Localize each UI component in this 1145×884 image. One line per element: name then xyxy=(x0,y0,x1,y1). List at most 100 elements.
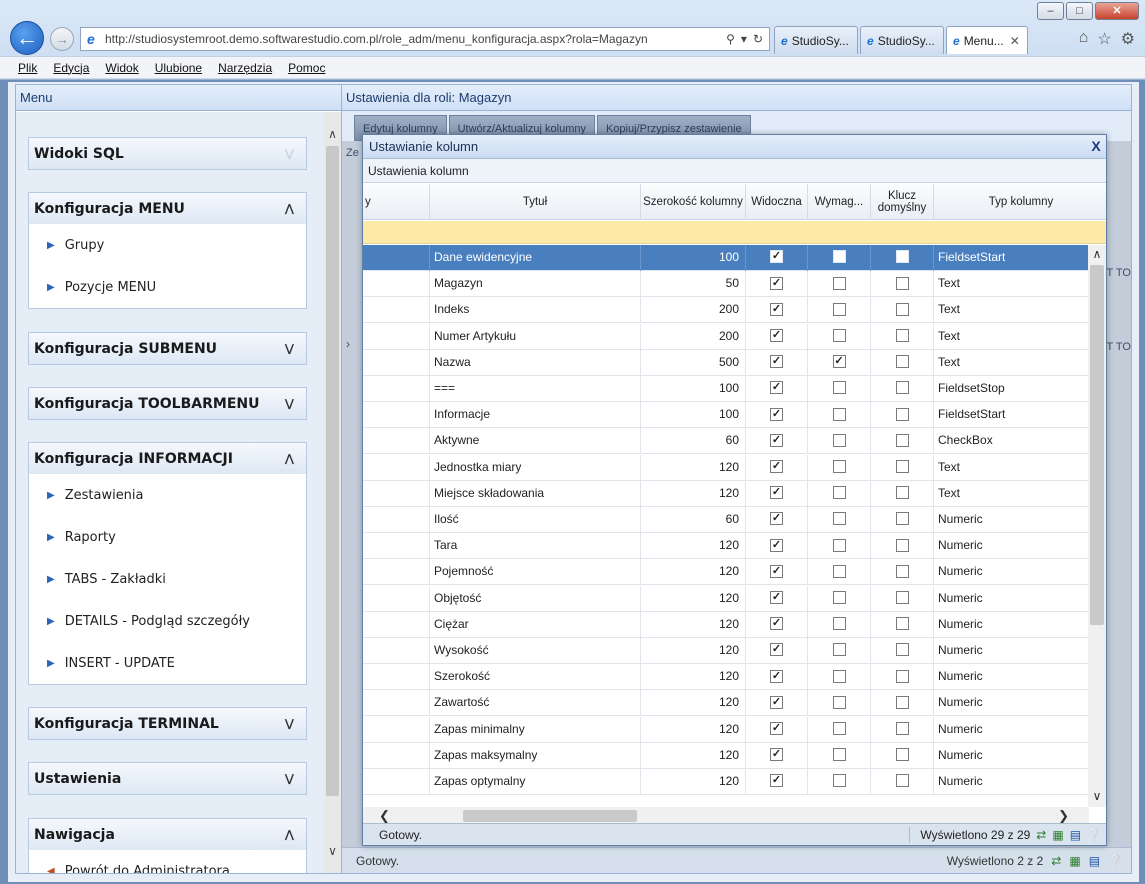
menu-ulubione[interactable]: Ulubione xyxy=(147,61,210,75)
cell-type[interactable]: Numeric xyxy=(934,559,1089,586)
checkbox-unchecked[interactable] xyxy=(832,643,846,657)
menu-item-powrot[interactable]: ◀ Powrót do Administratora xyxy=(29,850,306,874)
cell-title[interactable]: Ilość xyxy=(430,507,641,533)
table-row[interactable]: Tara 120 ✓ Numeric xyxy=(363,533,1089,560)
column-header-required[interactable]: Wymag... xyxy=(808,184,871,220)
chevron-up-icon[interactable]: ⋀ xyxy=(285,202,294,215)
cell-width[interactable]: 120 xyxy=(641,533,746,560)
cell-blank[interactable] xyxy=(363,428,430,455)
checkbox-unchecked[interactable] xyxy=(832,721,846,735)
cell-title[interactable]: Szerokość xyxy=(430,664,641,691)
cell-blank[interactable] xyxy=(363,507,430,533)
cell-width[interactable]: 120 xyxy=(641,690,746,717)
checkbox-unchecked[interactable] xyxy=(832,512,846,526)
checkbox-unchecked[interactable] xyxy=(895,590,909,604)
cell-width[interactable]: 200 xyxy=(641,323,746,350)
section-header[interactable]: Konfiguracja INFORMACJI ⋀ xyxy=(29,443,306,474)
export-icon[interactable]: ▦ xyxy=(1069,854,1080,868)
chevron-down-icon[interactable]: ⋁ xyxy=(285,147,294,160)
cell-title[interactable]: Zapas maksymalny xyxy=(430,742,641,769)
cell-width[interactable]: 60 xyxy=(641,428,746,455)
back-button[interactable]: ← xyxy=(10,21,44,55)
cell-blank[interactable] xyxy=(363,585,430,612)
cell-width[interactable]: 200 xyxy=(641,297,746,324)
address-bar[interactable]: e http://studiosystemroot.demo.softwares… xyxy=(80,27,770,51)
search-icon[interactable]: ⚲ xyxy=(726,32,735,46)
tab-1[interactable]: e StudioSy... xyxy=(774,26,858,54)
cell-type[interactable]: FieldsetStop xyxy=(934,376,1089,402)
cell-type[interactable]: Numeric xyxy=(934,690,1089,717)
section-header[interactable]: Konfiguracja TERMINAL ⋁ xyxy=(29,708,306,739)
print-icon[interactable]: ▤ xyxy=(1089,854,1100,868)
checkbox-unchecked[interactable] xyxy=(895,721,909,735)
column-header-visible[interactable]: Widoczna xyxy=(746,184,808,220)
cell-width[interactable]: 100 xyxy=(641,376,746,402)
scroll-up-icon[interactable]: ∧ xyxy=(324,126,341,143)
table-row[interactable]: Numer Artykułu 200 ✓ Text xyxy=(363,323,1089,350)
cell-type[interactable]: Text xyxy=(934,454,1089,481)
table-row[interactable]: Zawartość 120 ✓ Numeric xyxy=(363,690,1089,717)
column-header-title[interactable]: Tytuł xyxy=(430,184,641,220)
table-row[interactable]: Objętość 120 ✓ Numeric xyxy=(363,585,1089,612)
checkbox-unchecked[interactable] xyxy=(832,250,846,264)
cell-type[interactable]: FieldsetStart xyxy=(934,402,1089,429)
cell-title[interactable]: Magazyn xyxy=(430,271,641,298)
cell-blank[interactable] xyxy=(363,480,430,507)
checkbox-unchecked[interactable] xyxy=(895,695,909,709)
chevron-down-icon[interactable]: ⋁ xyxy=(285,772,294,785)
checkbox-checked[interactable]: ✓ xyxy=(770,328,783,342)
table-row[interactable]: Jednostka miary 120 ✓ Text xyxy=(363,454,1089,481)
checkbox-checked[interactable]: ✓ xyxy=(770,774,783,788)
cell-width[interactable]: 120 xyxy=(641,638,746,664)
checkbox-unchecked[interactable] xyxy=(832,590,846,604)
checkbox-unchecked[interactable] xyxy=(895,459,909,473)
cell-blank[interactable] xyxy=(363,402,430,429)
cell-title[interactable]: Aktywne xyxy=(430,428,641,455)
cell-type[interactable]: Numeric xyxy=(934,611,1089,638)
cell-width[interactable]: 120 xyxy=(641,716,746,743)
checkbox-checked[interactable]: ✓ xyxy=(770,486,783,500)
scroll-down-icon[interactable]: ∨ xyxy=(1088,787,1106,805)
checkbox-unchecked[interactable] xyxy=(832,617,846,631)
cell-width[interactable]: 120 xyxy=(641,480,746,507)
cell-title[interactable]: Zawartość xyxy=(430,690,641,717)
menu-item-raporty[interactable]: ▶ Raporty xyxy=(29,516,306,558)
column-header-default-key[interactable]: Klucz domyślny xyxy=(871,184,934,220)
checkbox-checked[interactable]: ✓ xyxy=(770,459,783,473)
cell-width[interactable]: 120 xyxy=(641,742,746,769)
checkbox-unchecked[interactable] xyxy=(832,748,846,762)
checkbox-unchecked[interactable] xyxy=(832,276,846,290)
checkbox-unchecked[interactable] xyxy=(832,459,846,473)
table-row[interactable]: === 100 ✓ FieldsetStop xyxy=(363,376,1089,402)
checkbox-unchecked[interactable] xyxy=(895,433,909,447)
cell-blank[interactable] xyxy=(363,245,430,271)
section-header[interactable]: Konfiguracja TOOLBARMENU ⋁ xyxy=(29,388,306,419)
cell-blank[interactable] xyxy=(363,769,430,795)
column-header-partial[interactable]: y xyxy=(363,184,430,220)
cell-blank[interactable] xyxy=(363,349,430,376)
table-row[interactable]: Nazwa 500 ✓ ✓ Text xyxy=(363,349,1089,376)
column-header-width[interactable]: Szerokość kolumny xyxy=(641,184,746,220)
cell-blank[interactable] xyxy=(363,664,430,691)
cell-width[interactable]: 120 xyxy=(641,454,746,481)
cell-type[interactable]: CheckBox xyxy=(934,428,1089,455)
filter-row[interactable] xyxy=(363,221,1106,244)
checkbox-checked[interactable]: ✓ xyxy=(770,617,783,631)
checkbox-unchecked[interactable] xyxy=(832,774,846,788)
cell-type[interactable]: Text xyxy=(934,271,1089,298)
checkbox-checked[interactable]: ✓ xyxy=(770,721,783,735)
checkbox-unchecked[interactable] xyxy=(895,302,909,316)
cell-title[interactable]: Objętość xyxy=(430,585,641,612)
table-row[interactable]: Szerokość 120 ✓ Numeric xyxy=(363,664,1089,691)
chevron-down-icon[interactable]: ⋁ xyxy=(285,397,294,410)
cell-blank[interactable] xyxy=(363,716,430,743)
cell-blank[interactable] xyxy=(363,454,430,481)
cell-width[interactable]: 120 xyxy=(641,664,746,691)
checkbox-checked[interactable]: ✓ xyxy=(770,381,783,395)
cell-type[interactable]: Numeric xyxy=(934,638,1089,664)
menu-item-details[interactable]: ▶ DETAILS - Podgląd szczegóły xyxy=(29,600,306,642)
table-row[interactable]: Wysokość 120 ✓ Numeric xyxy=(363,638,1089,664)
checkbox-unchecked[interactable] xyxy=(895,381,909,395)
checkbox-unchecked[interactable] xyxy=(832,538,846,552)
cell-blank[interactable] xyxy=(363,742,430,769)
